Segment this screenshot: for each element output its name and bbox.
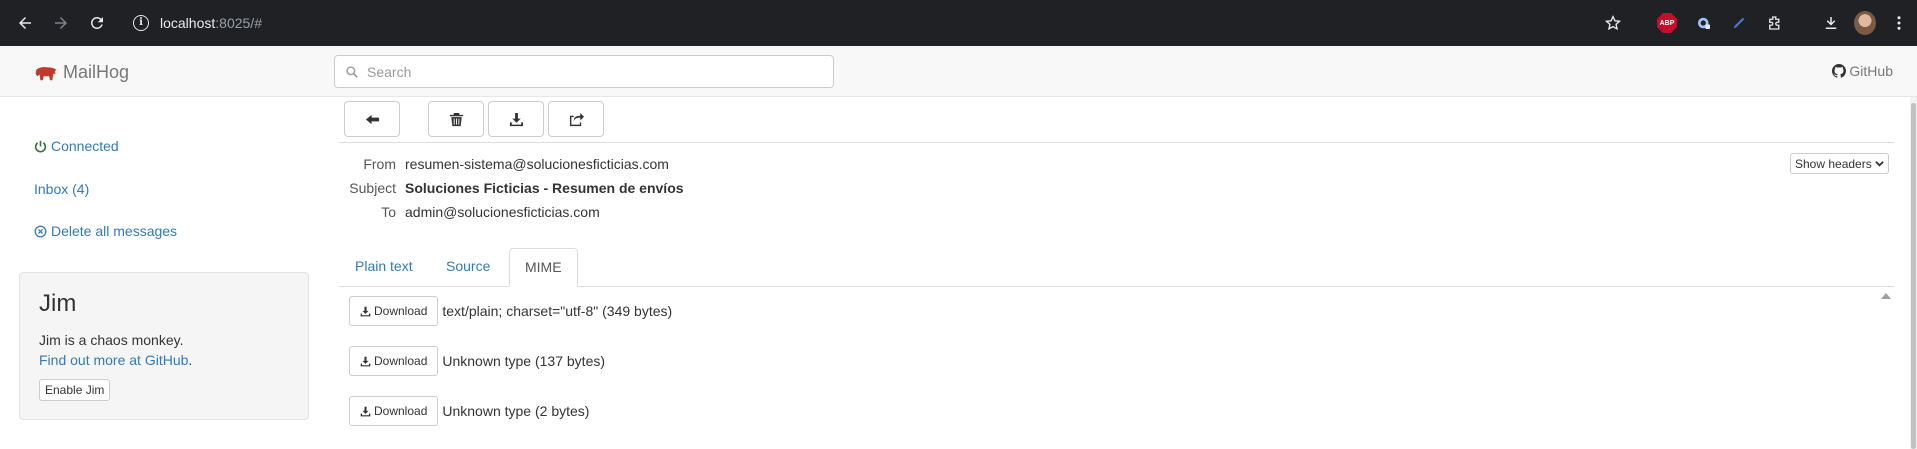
download-label: Download bbox=[374, 304, 428, 318]
brand-name: MailHog bbox=[63, 62, 130, 82]
from-label: From bbox=[363, 156, 396, 172]
page-scrollbar[interactable] bbox=[1910, 97, 1917, 449]
search-box[interactable] bbox=[334, 55, 834, 88]
mailhog-navbar: MailHog GitHub bbox=[0, 46, 1917, 97]
mime-download-button[interactable]: Download bbox=[349, 396, 439, 426]
download-label: Download bbox=[374, 404, 428, 418]
jim-description: Jim is a chaos monkey. Find out more at … bbox=[39, 330, 192, 370]
github-icon bbox=[1832, 64, 1847, 78]
connected-label: Connected bbox=[51, 138, 119, 154]
mime-part-row: Download text/plain; charset="utf-8" (34… bbox=[349, 296, 672, 326]
browser-menu-icon[interactable] bbox=[1888, 12, 1910, 34]
forward-button[interactable] bbox=[48, 10, 74, 36]
page-scrollbar-thumb[interactable] bbox=[1911, 103, 1916, 449]
download-icon bbox=[509, 112, 523, 126]
mime-download-button[interactable]: Download bbox=[349, 296, 439, 326]
delete-message-button[interactable] bbox=[428, 101, 484, 137]
puzzle-extensions-icon[interactable] bbox=[1764, 12, 1786, 34]
url-host: localhost bbox=[160, 15, 216, 31]
password-manager-icon[interactable] bbox=[1693, 12, 1715, 34]
subject-value: Soluciones Ficticias - Resumen de envíos bbox=[405, 180, 684, 196]
chevron-down-icon bbox=[1874, 161, 1884, 167]
profile-avatar[interactable] bbox=[1854, 11, 1876, 35]
from-value: resumen-sistema@solucionesficticias.com bbox=[405, 156, 669, 172]
download-icon bbox=[360, 406, 371, 416]
arrow-right-icon bbox=[55, 17, 67, 29]
site-info-icon[interactable]: i bbox=[133, 15, 149, 31]
brand-link[interactable]: MailHog bbox=[34, 62, 129, 83]
subject-label: Subject bbox=[349, 180, 396, 196]
browser-toolbar: i localhost:8025/# ABP bbox=[0, 0, 1917, 46]
arrow-left-icon bbox=[365, 114, 379, 124]
tab-source[interactable]: Source bbox=[431, 248, 505, 287]
download-message-button[interactable] bbox=[488, 101, 544, 137]
downloads-icon[interactable] bbox=[1820, 12, 1842, 34]
download-icon bbox=[360, 306, 371, 316]
search-input[interactable] bbox=[365, 60, 825, 84]
inbox-label: Inbox (4) bbox=[34, 181, 90, 197]
release-message-button[interactable] bbox=[548, 101, 604, 137]
show-headers-button[interactable]: Show headers bbox=[1790, 153, 1889, 174]
download-label: Download bbox=[374, 354, 428, 368]
enable-jim-button[interactable]: Enable Jim bbox=[39, 379, 111, 401]
jim-description-text: Jim is a chaos monkey. bbox=[39, 332, 184, 348]
delete-all-messages-link[interactable]: Delete all messages bbox=[34, 223, 177, 239]
power-icon bbox=[34, 140, 47, 152]
github-label: GitHub bbox=[1849, 63, 1893, 79]
arrow-left-icon bbox=[19, 17, 31, 29]
tab-plain-text[interactable]: Plain text bbox=[340, 248, 428, 287]
sidebar-item-inbox[interactable]: Inbox (4) bbox=[34, 181, 89, 197]
mime-part-description: Unknown type (2 bytes) bbox=[442, 403, 590, 419]
reload-icon bbox=[90, 16, 103, 29]
back-button[interactable] bbox=[12, 10, 38, 36]
url-text[interactable]: localhost:8025/# bbox=[160, 15, 262, 31]
delete-all-label: Delete all messages bbox=[51, 223, 178, 239]
tab-mime[interactable]: MIME bbox=[509, 248, 578, 287]
address-bar[interactable]: i localhost:8025/# bbox=[125, 7, 1630, 39]
search-icon bbox=[346, 66, 358, 78]
show-headers-label: Show headers bbox=[1795, 156, 1872, 171]
download-icon bbox=[360, 356, 371, 366]
url-path: :8025/# bbox=[215, 15, 262, 31]
avatar-icon bbox=[1854, 11, 1876, 35]
connected-status: Connected bbox=[34, 138, 119, 154]
mime-part-row: Download Unknown type (2 bytes) bbox=[349, 396, 589, 426]
abp-label: ABP bbox=[1657, 13, 1677, 33]
jim-link-suffix: . bbox=[188, 352, 193, 368]
scroll-up-icon[interactable] bbox=[1881, 292, 1891, 300]
to-value: admin@solucionesficticias.com bbox=[405, 204, 600, 220]
to-label: To bbox=[381, 204, 396, 220]
back-to-inbox-button[interactable] bbox=[344, 101, 400, 137]
share-icon bbox=[569, 112, 584, 126]
mime-part-description: Unknown type (137 bytes) bbox=[442, 353, 606, 369]
pen-extension-icon[interactable] bbox=[1728, 12, 1750, 34]
jim-title: Jim bbox=[39, 290, 77, 317]
jim-github-link[interactable]: Find out more at GitHub bbox=[39, 352, 188, 368]
trash-icon bbox=[449, 112, 463, 126]
bookmark-star-icon[interactable] bbox=[1604, 14, 1622, 32]
hog-logo-icon bbox=[35, 66, 57, 80]
mime-scrollbar[interactable] bbox=[1879, 290, 1893, 449]
github-link[interactable]: GitHub bbox=[1832, 63, 1893, 79]
mime-part-description: text/plain; charset="utf-8" (349 bytes) bbox=[442, 303, 673, 319]
toolbar-divider bbox=[339, 142, 1894, 143]
remove-circle-icon bbox=[34, 225, 47, 237]
mime-part-row: Download Unknown type (137 bytes) bbox=[349, 346, 605, 376]
jim-panel: Jim Jim is a chaos monkey. Find out more… bbox=[19, 272, 309, 420]
reload-button[interactable] bbox=[84, 10, 110, 36]
abp-extension-icon[interactable]: ABP bbox=[1656, 12, 1678, 34]
mime-download-button[interactable]: Download bbox=[349, 346, 439, 376]
